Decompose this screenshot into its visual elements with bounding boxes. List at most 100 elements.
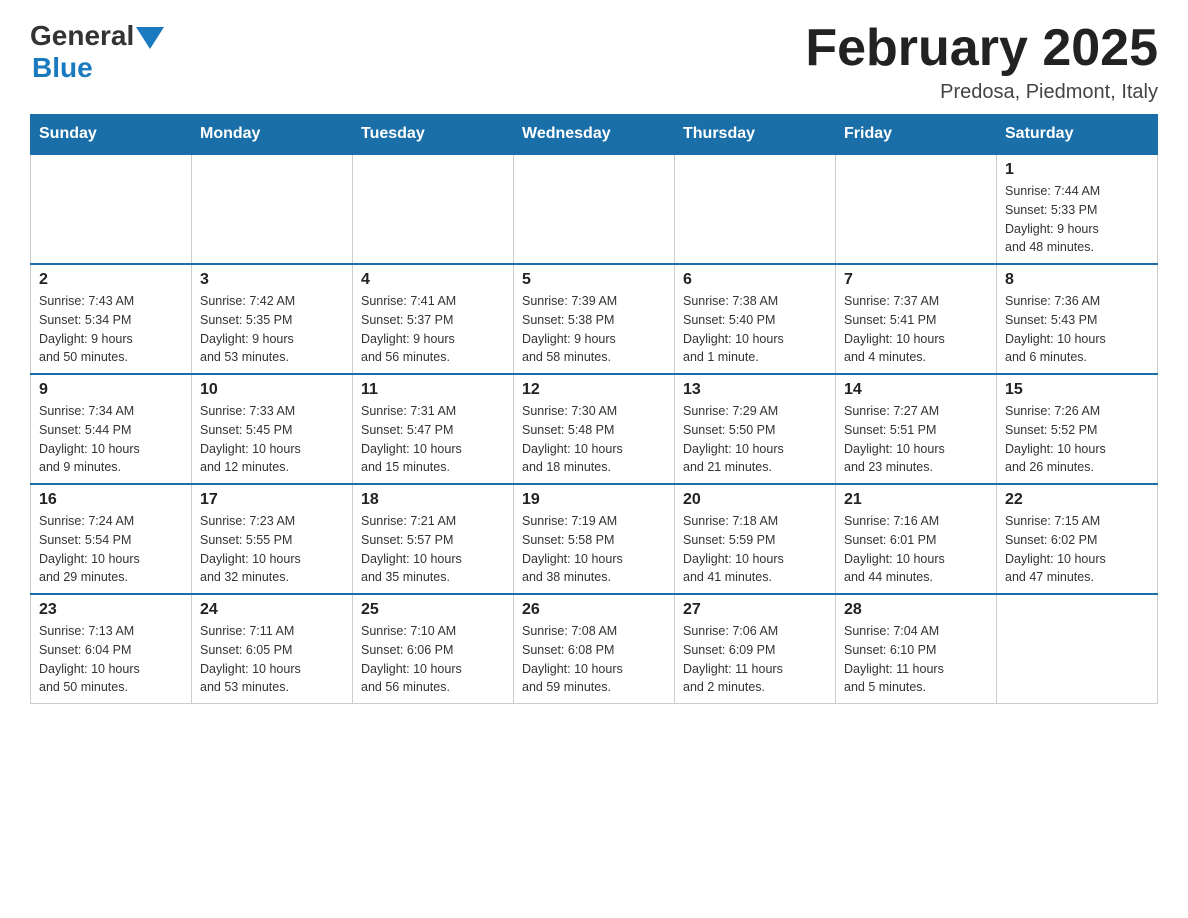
- page-header: General Blue February 2025 Predosa, Pied…: [30, 20, 1158, 104]
- calendar-cell: 21 Sunrise: 7:16 AM Sunset: 6:01 PM Dayli…: [836, 484, 997, 594]
- logo-blue-text: Blue: [32, 52, 93, 84]
- title-block: February 2025 Predosa, Piedmont, Italy: [805, 20, 1158, 104]
- day-info: Sunrise: 7:13 AM Sunset: 6:04 PM Dayligh…: [39, 622, 183, 697]
- calendar-cell: [836, 154, 997, 264]
- day-info: Sunrise: 7:26 AM Sunset: 5:52 PM Dayligh…: [1005, 402, 1149, 477]
- day-number: 23: [39, 601, 183, 619]
- col-wednesday: Wednesday: [514, 115, 675, 155]
- day-number: 4: [361, 271, 505, 289]
- col-saturday: Saturday: [997, 115, 1158, 155]
- calendar-cell: 3 Sunrise: 7:42 AM Sunset: 5:35 PM Daylig…: [192, 264, 353, 374]
- day-info: Sunrise: 7:21 AM Sunset: 5:57 PM Dayligh…: [361, 512, 505, 587]
- calendar-cell: 8Sunrise: 7:36 AM Sunset: 5:43 PM Daylig…: [997, 264, 1158, 374]
- calendar-cell: [514, 154, 675, 264]
- day-info: Sunrise: 7:24 AM Sunset: 5:54 PM Dayligh…: [39, 512, 183, 587]
- day-number: 9: [39, 381, 183, 399]
- day-info: Sunrise: 7:38 AM Sunset: 5:40 PM Dayligh…: [683, 292, 827, 367]
- day-number: 28: [844, 601, 988, 619]
- calendar-cell: 22 Sunrise: 7:15 AM Sunset: 6:02 PM Dayli…: [997, 484, 1158, 594]
- calendar-cell: 20 Sunrise: 7:18 AM Sunset: 5:59 PM Dayli…: [675, 484, 836, 594]
- day-number: 8: [1005, 271, 1149, 289]
- day-info: Sunrise: 7:42 AM Sunset: 5:35 PM Dayligh…: [200, 292, 344, 367]
- day-info: Sunrise: 7:31 AM Sunset: 5:47 PM Dayligh…: [361, 402, 505, 477]
- day-number: 16: [39, 491, 183, 509]
- calendar-cell: 19 Sunrise: 7:19 AM Sunset: 5:58 PM Dayli…: [514, 484, 675, 594]
- logo-general-text: General: [30, 20, 134, 52]
- calendar-cell: 25 Sunrise: 7:10 AM Sunset: 6:06 PM Dayli…: [353, 594, 514, 704]
- calendar-cell: 1 Sunrise: 7:44 AM Sunset: 5:33 PM Daylig…: [997, 154, 1158, 264]
- calendar-cell: 24 Sunrise: 7:11 AM Sunset: 6:05 PM Dayli…: [192, 594, 353, 704]
- calendar-cell: [31, 154, 192, 264]
- day-number: 17: [200, 491, 344, 509]
- day-info: Sunrise: 7:41 AM Sunset: 5:37 PM Dayligh…: [361, 292, 505, 367]
- calendar-cell: 16 Sunrise: 7:24 AM Sunset: 5:54 PM Dayli…: [31, 484, 192, 594]
- day-number: 27: [683, 601, 827, 619]
- calendar-cell: 7 Sunrise: 7:37 AM Sunset: 5:41 PM Daylig…: [836, 264, 997, 374]
- day-info: Sunrise: 7:04 AM Sunset: 6:10 PM Dayligh…: [844, 622, 988, 697]
- day-info: Sunrise: 7:19 AM Sunset: 5:58 PM Dayligh…: [522, 512, 666, 587]
- calendar-week-row: 1 Sunrise: 7:44 AM Sunset: 5:33 PM Daylig…: [31, 154, 1158, 264]
- day-number: 19: [522, 491, 666, 509]
- day-info: Sunrise: 7:27 AM Sunset: 5:51 PM Dayligh…: [844, 402, 988, 477]
- day-info: Sunrise: 7:34 AM Sunset: 5:44 PM Dayligh…: [39, 402, 183, 477]
- calendar-cell: 9 Sunrise: 7:34 AM Sunset: 5:44 PM Daylig…: [31, 374, 192, 484]
- calendar-cell: 11 Sunrise: 7:31 AM Sunset: 5:47 PM Dayli…: [353, 374, 514, 484]
- calendar-header-row: Sunday Monday Tuesday Wednesday Thursday…: [31, 115, 1158, 155]
- logo: General Blue: [30, 20, 164, 84]
- calendar-cell: 12Sunrise: 7:30 AM Sunset: 5:48 PM Dayli…: [514, 374, 675, 484]
- calendar-cell: 2 Sunrise: 7:43 AM Sunset: 5:34 PM Daylig…: [31, 264, 192, 374]
- day-info: Sunrise: 7:44 AM Sunset: 5:33 PM Dayligh…: [1005, 182, 1149, 257]
- day-number: 22: [1005, 491, 1149, 509]
- day-number: 13: [683, 381, 827, 399]
- day-number: 7: [844, 271, 988, 289]
- calendar-cell: 4 Sunrise: 7:41 AM Sunset: 5:37 PM Daylig…: [353, 264, 514, 374]
- day-number: 26: [522, 601, 666, 619]
- day-number: 21: [844, 491, 988, 509]
- day-info: Sunrise: 7:37 AM Sunset: 5:41 PM Dayligh…: [844, 292, 988, 367]
- calendar-cell: [192, 154, 353, 264]
- day-number: 3: [200, 271, 344, 289]
- calendar-week-row: 9 Sunrise: 7:34 AM Sunset: 5:44 PM Daylig…: [31, 374, 1158, 484]
- day-info: Sunrise: 7:11 AM Sunset: 6:05 PM Dayligh…: [200, 622, 344, 697]
- day-number: 14: [844, 381, 988, 399]
- col-monday: Monday: [192, 115, 353, 155]
- day-number: 24: [200, 601, 344, 619]
- day-info: Sunrise: 7:23 AM Sunset: 5:55 PM Dayligh…: [200, 512, 344, 587]
- day-info: Sunrise: 7:29 AM Sunset: 5:50 PM Dayligh…: [683, 402, 827, 477]
- calendar-cell: 23 Sunrise: 7:13 AM Sunset: 6:04 PM Dayli…: [31, 594, 192, 704]
- day-info: Sunrise: 7:43 AM Sunset: 5:34 PM Dayligh…: [39, 292, 183, 367]
- col-tuesday: Tuesday: [353, 115, 514, 155]
- location-subtitle: Predosa, Piedmont, Italy: [805, 81, 1158, 104]
- day-info: Sunrise: 7:16 AM Sunset: 6:01 PM Dayligh…: [844, 512, 988, 587]
- day-number: 11: [361, 381, 505, 399]
- calendar-cell: 13 Sunrise: 7:29 AM Sunset: 5:50 PM Dayli…: [675, 374, 836, 484]
- calendar-week-row: 23 Sunrise: 7:13 AM Sunset: 6:04 PM Dayli…: [31, 594, 1158, 704]
- day-info: Sunrise: 7:08 AM Sunset: 6:08 PM Dayligh…: [522, 622, 666, 697]
- col-friday: Friday: [836, 115, 997, 155]
- calendar-cell: 18Sunrise: 7:21 AM Sunset: 5:57 PM Dayli…: [353, 484, 514, 594]
- day-number: 10: [200, 381, 344, 399]
- calendar-cell: 17 Sunrise: 7:23 AM Sunset: 5:55 PM Dayli…: [192, 484, 353, 594]
- col-sunday: Sunday: [31, 115, 192, 155]
- day-number: 25: [361, 601, 505, 619]
- calendar-cell: [997, 594, 1158, 704]
- calendar-cell: [675, 154, 836, 264]
- day-info: Sunrise: 7:30 AM Sunset: 5:48 PM Dayligh…: [522, 402, 666, 477]
- col-thursday: Thursday: [675, 115, 836, 155]
- calendar-cell: 26 Sunrise: 7:08 AM Sunset: 6:08 PM Dayli…: [514, 594, 675, 704]
- day-number: 2: [39, 271, 183, 289]
- calendar-cell: 15Sunrise: 7:26 AM Sunset: 5:52 PM Dayli…: [997, 374, 1158, 484]
- day-info: Sunrise: 7:06 AM Sunset: 6:09 PM Dayligh…: [683, 622, 827, 697]
- day-info: Sunrise: 7:15 AM Sunset: 6:02 PM Dayligh…: [1005, 512, 1149, 587]
- day-info: Sunrise: 7:18 AM Sunset: 5:59 PM Dayligh…: [683, 512, 827, 587]
- calendar-cell: 28 Sunrise: 7:04 AM Sunset: 6:10 PM Dayli…: [836, 594, 997, 704]
- day-number: 6: [683, 271, 827, 289]
- day-info: Sunrise: 7:33 AM Sunset: 5:45 PM Dayligh…: [200, 402, 344, 477]
- calendar-week-row: 16 Sunrise: 7:24 AM Sunset: 5:54 PM Dayli…: [31, 484, 1158, 594]
- day-number: 1: [1005, 161, 1149, 179]
- day-info: Sunrise: 7:39 AM Sunset: 5:38 PM Dayligh…: [522, 292, 666, 367]
- day-number: 20: [683, 491, 827, 509]
- calendar-cell: 14 Sunrise: 7:27 AM Sunset: 5:51 PM Dayli…: [836, 374, 997, 484]
- day-info: Sunrise: 7:10 AM Sunset: 6:06 PM Dayligh…: [361, 622, 505, 697]
- calendar-cell: [353, 154, 514, 264]
